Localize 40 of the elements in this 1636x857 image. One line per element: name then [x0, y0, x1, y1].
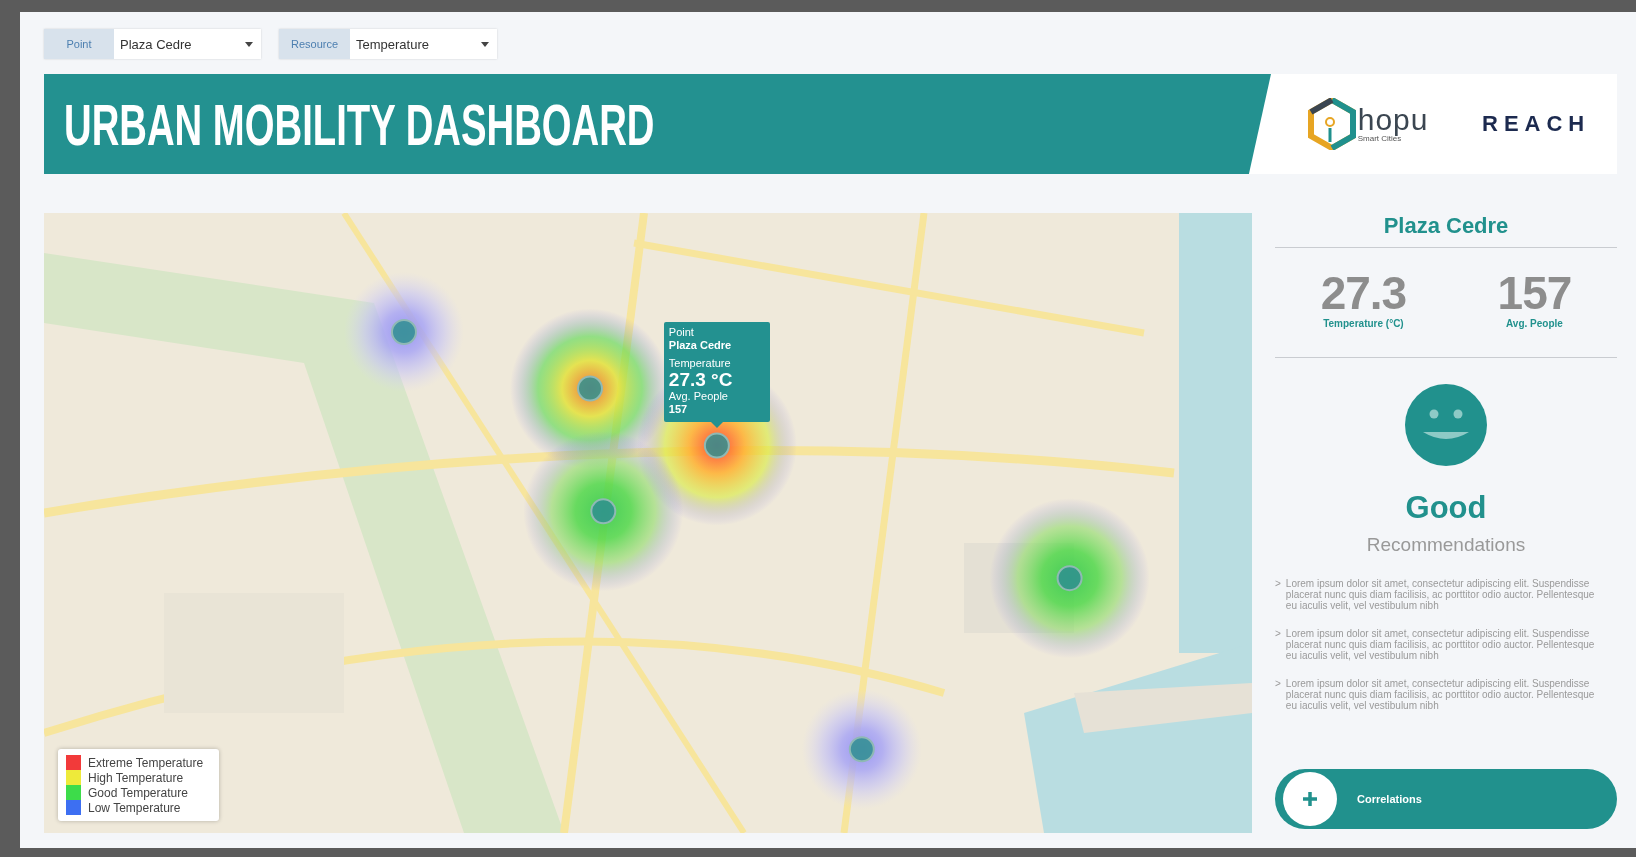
filter-label: Point	[44, 29, 114, 59]
tooltip-label: Point	[668, 325, 695, 339]
hexagon-house-icon	[1307, 98, 1356, 150]
correlations-button[interactable]: Correlations	[1275, 769, 1617, 829]
map-marker[interactable]	[1056, 565, 1083, 592]
stat-label: Temperature (°C)	[1323, 318, 1404, 329]
map-marker[interactable]	[848, 736, 875, 763]
recommendation-text: Lorem ipsum dolor sit amet, consectetur adipiscing elit. Suspendisse placerat nunc quis diam facilisis, ac porttitor odio auctor. Pellentesque eu iaculis velit, vel vestibulum nibh	[1285, 678, 1596, 711]
bullet-marker: >	[1275, 678, 1281, 691]
plus-icon	[1283, 772, 1337, 826]
bullet-marker: >	[1275, 628, 1281, 641]
map-marker[interactable]	[703, 432, 730, 459]
point-title: Plaza Cedre	[1383, 213, 1509, 239]
tooltip-label: Avg. People	[668, 389, 729, 403]
bullet-marker: >	[1275, 578, 1281, 591]
tooltip-value: 27.3 °C	[668, 369, 734, 390]
legend-label: Good Temperature	[88, 785, 188, 800]
stat-value: 27.3	[1320, 270, 1407, 316]
logo-text: hopu	[1357, 105, 1429, 134]
filter-label: Resource	[279, 29, 350, 59]
stat-value: 157	[1497, 270, 1572, 316]
map-marker[interactable]	[590, 498, 617, 525]
caret-icon	[245, 41, 253, 47]
resource-dropdown[interactable]: Temperature	[350, 29, 497, 59]
map-marker[interactable]	[577, 375, 603, 402]
legend-label: Low Temperature	[88, 800, 181, 815]
recommendations-heading: Recommendations	[1366, 534, 1526, 556]
stat-label: Avg. People	[1506, 318, 1563, 329]
dashboard-title: URBAN MOBILITY DASHBOARD	[64, 90, 655, 158]
tooltip-value: 157	[668, 402, 689, 416]
status-label: Good	[1405, 490, 1487, 526]
recommendation-text: Lorem ipsum dolor sit amet, consectetur adipiscing elit. Suspendisse placerat nunc quis diam facilisis, ac porttitor odio auctor. Pellentesque eu iaculis velit, vel vestibulum nibh	[1285, 628, 1596, 661]
tooltip-point: Plaza Cedre	[668, 338, 733, 352]
recommendation-text: Lorem ipsum dolor sit amet, consectetur adipiscing elit. Suspendisse placerat nunc quis diam facilisis, ac porttitor odio auctor. Pellentesque eu iaculis velit, vel vestibulum nibh	[1285, 578, 1596, 611]
legend-label: Extreme Temperature	[88, 755, 204, 770]
logo-text: REACH	[1482, 111, 1591, 137]
caret-icon	[481, 41, 489, 47]
point-dropdown[interactable]: Plaza Cedre	[114, 29, 261, 59]
tooltip-label: Temperature	[668, 356, 732, 370]
legend-label: High Temperature	[88, 770, 184, 785]
